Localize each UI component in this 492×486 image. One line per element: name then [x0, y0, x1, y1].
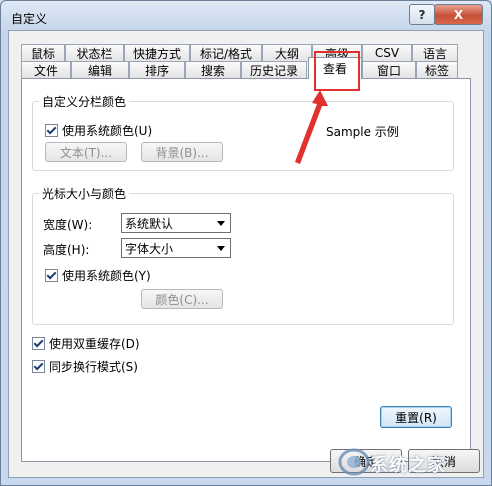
group-title: 自定义分栏颜色: [39, 93, 130, 110]
tab-tags[interactable]: 标签: [416, 61, 458, 78]
tab-sort[interactable]: 排序: [129, 61, 185, 78]
height-label: 高度(H):: [43, 243, 90, 257]
checkbox-checked-icon[interactable]: [45, 269, 58, 282]
window-title: 自定义: [11, 12, 48, 26]
cursor-color-button[interactable]: 颜色(C)...: [141, 289, 223, 309]
use-system-colors-cursor-checkbox[interactable]: 使用系统颜色(Y): [45, 267, 151, 284]
watermark-text: 系统之家: [370, 455, 446, 476]
tab-language[interactable]: 语言: [412, 44, 458, 61]
close-button[interactable]: X: [434, 4, 483, 25]
background-color-button[interactable]: 背景(B)...: [141, 142, 223, 162]
checkbox-label: 同步换行模式(S): [49, 360, 138, 374]
annotation-arrow-icon: [295, 90, 328, 164]
chevron-down-icon: [217, 221, 225, 226]
checkbox-label: 使用系统颜色(U): [62, 124, 153, 138]
chevron-down-icon: [217, 246, 225, 251]
width-select[interactable]: 系统默认: [121, 213, 231, 233]
double-buffer-checkbox[interactable]: 使用双重缓存(D): [32, 335, 140, 352]
tab-window[interactable]: 窗口: [362, 61, 416, 78]
help-button[interactable]: ?: [409, 4, 435, 25]
tab-file[interactable]: 文件: [21, 61, 71, 78]
width-label: 宽度(W):: [43, 218, 93, 232]
tab-shortcuts[interactable]: 快捷方式: [124, 44, 190, 61]
sync-wrap-checkbox[interactable]: 同步换行模式(S): [32, 358, 138, 375]
checkbox-checked-icon[interactable]: [45, 124, 58, 137]
use-system-colors-checkbox[interactable]: 使用系统颜色(U): [45, 122, 152, 139]
checkbox-checked-icon[interactable]: [32, 337, 45, 350]
cursor-size-color-group: 光标大小与颜色 宽度(W): 系统默认 高度(H): 字体大小 使用系统颜色(Y…: [32, 185, 454, 325]
reset-button[interactable]: 重置(R): [380, 406, 452, 428]
tab-panel-view: 自定义分栏颜色 使用系统颜色(U) 文本(T)... 背景(B)... 光标大小…: [21, 78, 471, 462]
width-select-value: 系统默认: [125, 216, 174, 231]
title-bar[interactable]: 自定义 ? X: [1, 1, 491, 31]
annotation-highlight-box: [314, 51, 360, 91]
tab-csv[interactable]: CSV: [362, 44, 412, 61]
tab-statusbar[interactable]: 状态栏: [65, 44, 124, 61]
height-select[interactable]: 字体大小: [121, 238, 231, 258]
tab-mouse[interactable]: 鼠标: [21, 44, 65, 61]
height-select-value: 字体大小: [125, 241, 174, 256]
tab-search[interactable]: 搜索: [185, 61, 241, 78]
tab-edit[interactable]: 编辑: [71, 61, 129, 78]
text-color-button[interactable]: 文本(T)...: [45, 142, 127, 162]
group-title: 光标大小与颜色: [39, 185, 130, 202]
checkbox-label: 使用双重缓存(D): [49, 337, 140, 351]
checkbox-label: 使用系统颜色(Y): [62, 269, 151, 283]
annotation-label: Sample 示例: [326, 125, 399, 139]
checkbox-checked-icon[interactable]: [32, 360, 45, 373]
tab-history[interactable]: 历史记录: [241, 61, 307, 78]
tab-outline[interactable]: 大纲: [262, 44, 312, 61]
tab-marks-format[interactable]: 标记/格式: [190, 44, 262, 61]
